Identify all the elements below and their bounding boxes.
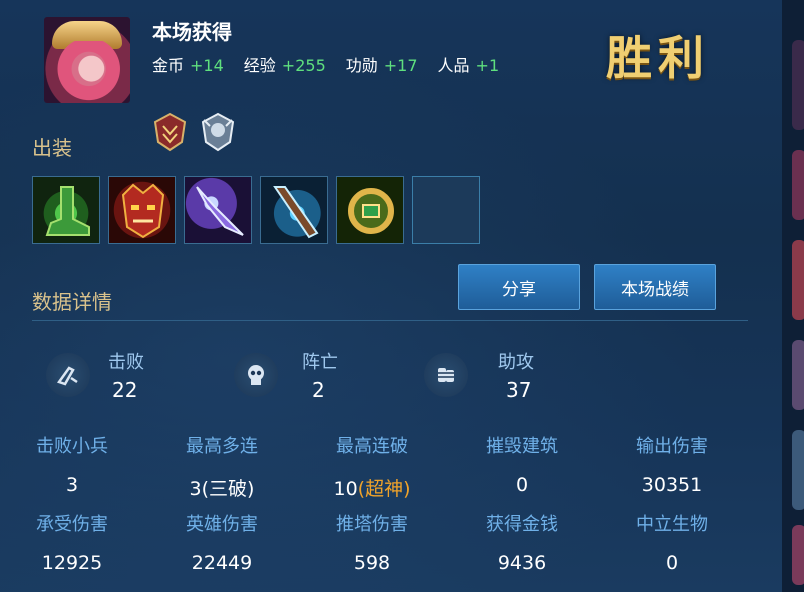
item-purple-blade-icon[interactable]	[184, 176, 252, 244]
stat-value-gold-earned: 9436	[497, 552, 547, 574]
stat-value-damage-taken: 12925	[41, 552, 103, 574]
item-gold-ring-icon[interactable]	[336, 176, 404, 244]
stat-value-streak-suffix: (超神)	[357, 478, 411, 500]
silver-badge-icon	[201, 112, 235, 152]
equipment-title: 出装	[32, 136, 72, 160]
item-empty-slot[interactable]	[412, 176, 480, 244]
stat-value-buildings: 0	[515, 474, 529, 496]
match-record-button[interactable]: 本场战绩	[594, 264, 716, 310]
stat-label-hero-damage: 英雄伤害	[186, 514, 258, 535]
rewards-row: 金币 +14 经验 +255 功勋 +17 人品 +1	[152, 52, 513, 76]
stat-value-streak-wrap: 10(超神)	[312, 474, 432, 501]
stat-label-streak: 最高连破	[336, 436, 408, 457]
reward-merit-value: +17	[383, 56, 418, 75]
item-frost-staff-icon[interactable]	[260, 176, 328, 244]
kill-value: 22	[112, 378, 138, 402]
equipment-list	[32, 176, 480, 244]
mask-shape-icon	[121, 183, 165, 239]
side-thumb-6[interactable]	[792, 525, 804, 585]
reward-karma-label: 人品	[437, 56, 470, 75]
assist-value: 37	[506, 378, 532, 402]
reward-gold-label: 金币	[152, 56, 185, 75]
stat-value-damage-dealt: 30351	[641, 474, 703, 496]
reward-exp-value: +255	[281, 56, 326, 75]
stat-label-damage-dealt: 输出伤害	[636, 436, 708, 457]
side-thumb-1[interactable]	[792, 40, 804, 130]
death-value: 2	[312, 378, 325, 402]
assist-label: 助攻	[498, 352, 534, 373]
stat-value-neutral: 0	[665, 552, 679, 574]
avatar-hair	[44, 41, 130, 103]
staff-shape-icon	[273, 186, 319, 239]
reward-merit-label: 功勋	[345, 56, 378, 75]
reward-exp-label: 经验	[243, 56, 276, 75]
death-label: 阵亡	[302, 352, 338, 373]
side-thumb-2[interactable]	[792, 150, 804, 220]
stat-value-streak: 10	[333, 478, 358, 500]
blade-shape-icon	[196, 186, 244, 236]
stat-value-hero-damage: 22449	[191, 552, 253, 574]
stat-label-minions: 击败小兵	[36, 436, 108, 457]
side-thumb-3[interactable]	[792, 240, 804, 320]
rewards-title: 本场获得	[152, 20, 232, 44]
stat-label-multikill: 最高多连	[186, 436, 258, 457]
stat-label-neutral: 中立生物	[636, 514, 708, 535]
reward-karma-value: +1	[475, 56, 500, 75]
details-divider	[32, 320, 748, 321]
stat-label-tower-damage: 推塔伤害	[336, 514, 408, 535]
stat-label-buildings: 摧毁建筑	[486, 436, 558, 457]
item-red-demon-mask-icon[interactable]	[108, 176, 176, 244]
mvp-badge-icon	[153, 112, 187, 152]
stat-label-damage-taken: 承受伤害	[36, 514, 108, 535]
details-title: 数据详情	[32, 290, 112, 314]
item-green-boots-icon[interactable]	[32, 176, 100, 244]
side-thumb-4[interactable]	[792, 340, 804, 410]
skull-icon	[234, 353, 278, 397]
boots-shape-icon	[45, 186, 90, 236]
assist-fist-icon	[424, 353, 468, 397]
stat-label-gold-earned: 获得金钱	[486, 514, 558, 535]
stat-value-tower-damage: 598	[353, 552, 391, 574]
kill-label: 击败	[108, 352, 144, 373]
share-button[interactable]: 分享	[458, 264, 580, 310]
side-thumb-5[interactable]	[792, 430, 804, 510]
kill-icon	[46, 353, 90, 397]
victory-banner: 胜利	[606, 31, 710, 85]
stat-value-minions: 3	[65, 474, 79, 496]
stat-value-multikill: 3(三破)	[189, 478, 255, 500]
hero-avatar[interactable]	[44, 17, 130, 103]
reward-gold-value: +14	[190, 56, 224, 75]
ring-shape-icon	[348, 188, 394, 234]
